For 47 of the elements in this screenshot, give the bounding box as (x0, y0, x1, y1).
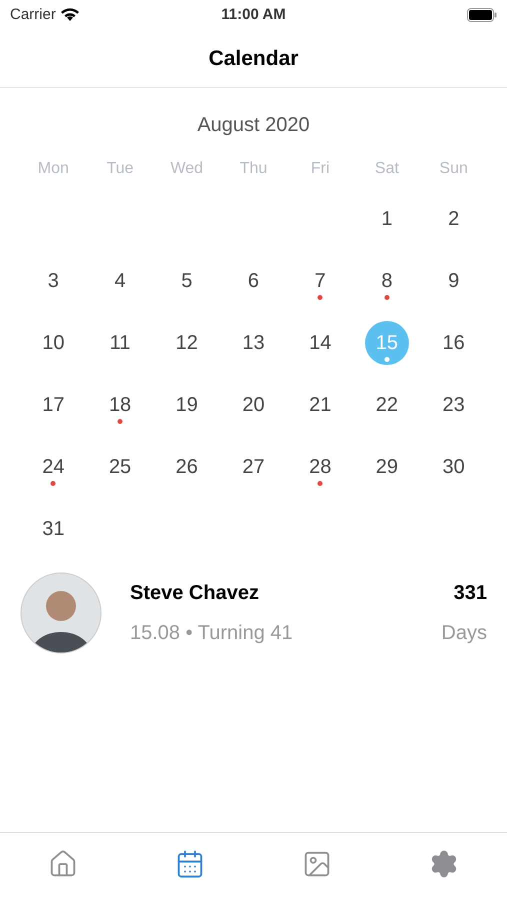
calendar-day[interactable]: 3 (31, 259, 76, 303)
calendar-day[interactable]: 2 (432, 197, 476, 241)
month-title: August 2020 (197, 113, 310, 138)
wifi-icon (60, 8, 80, 22)
weekday-label: Thu (240, 159, 268, 179)
weekday-label: Sun (439, 159, 468, 179)
calendar-day[interactable]: 12 (164, 321, 209, 365)
status-time: 11:00 AM (221, 4, 286, 25)
calendar-day[interactable]: 30 (432, 445, 476, 489)
nav-title: Calendar (208, 46, 298, 72)
calendar-day[interactable]: 5 (164, 259, 209, 303)
calendar-day[interactable]: 4 (98, 259, 142, 303)
weekday-label: Mon (38, 159, 69, 179)
calendar-day[interactable]: 18 (98, 383, 142, 427)
carrier-label: Carrier (10, 4, 56, 25)
calendar-day[interactable]: 28 (298, 445, 342, 489)
calendar-day[interactable]: 31 (31, 507, 76, 551)
calendar-day[interactable]: 6 (231, 259, 276, 303)
calendar-day[interactable]: 16 (432, 321, 476, 365)
weekday-label: Fri (310, 159, 330, 179)
calendar-day[interactable]: 27 (231, 445, 276, 489)
calendar-day[interactable]: 17 (31, 383, 76, 427)
calendar-day[interactable]: 1 (364, 197, 409, 241)
calendar-day[interactable]: 24 (31, 445, 76, 489)
weekday-label: Tue (106, 159, 134, 179)
calendar-day[interactable]: 21 (298, 383, 342, 427)
calendar-day[interactable]: 23 (432, 383, 476, 427)
birthday-subtitle: 15.08 • Turning 41 (130, 621, 294, 646)
calendar-day[interactable]: 26 (164, 445, 209, 489)
calendar-day[interactable]: 25 (98, 445, 142, 489)
calendar-day[interactable]: 11 (98, 321, 142, 365)
calendar-day[interactable]: 19 (164, 383, 209, 427)
calendar-day[interactable]: 13 (231, 321, 276, 365)
calendar-day[interactable]: 7 (298, 259, 342, 303)
calendar-day[interactable]: 14 (298, 321, 342, 365)
calendar-day[interactable]: 22 (364, 383, 409, 427)
calendar-day[interactable]: 9 (432, 259, 476, 303)
calendar-day[interactable]: 8 (364, 259, 409, 303)
calendar-day[interactable]: 10 (31, 321, 76, 365)
calendar-day[interactable]: 29 (364, 445, 409, 489)
calendar-day[interactable]: 20 (231, 383, 276, 427)
weekday-label: Wed (170, 159, 204, 179)
person-name: Steve Chavez (130, 581, 260, 606)
weekday-label: Sat (374, 159, 399, 179)
battery-icon (466, 8, 497, 22)
days-label: Days (441, 621, 487, 646)
days-count: 331 (454, 581, 487, 606)
